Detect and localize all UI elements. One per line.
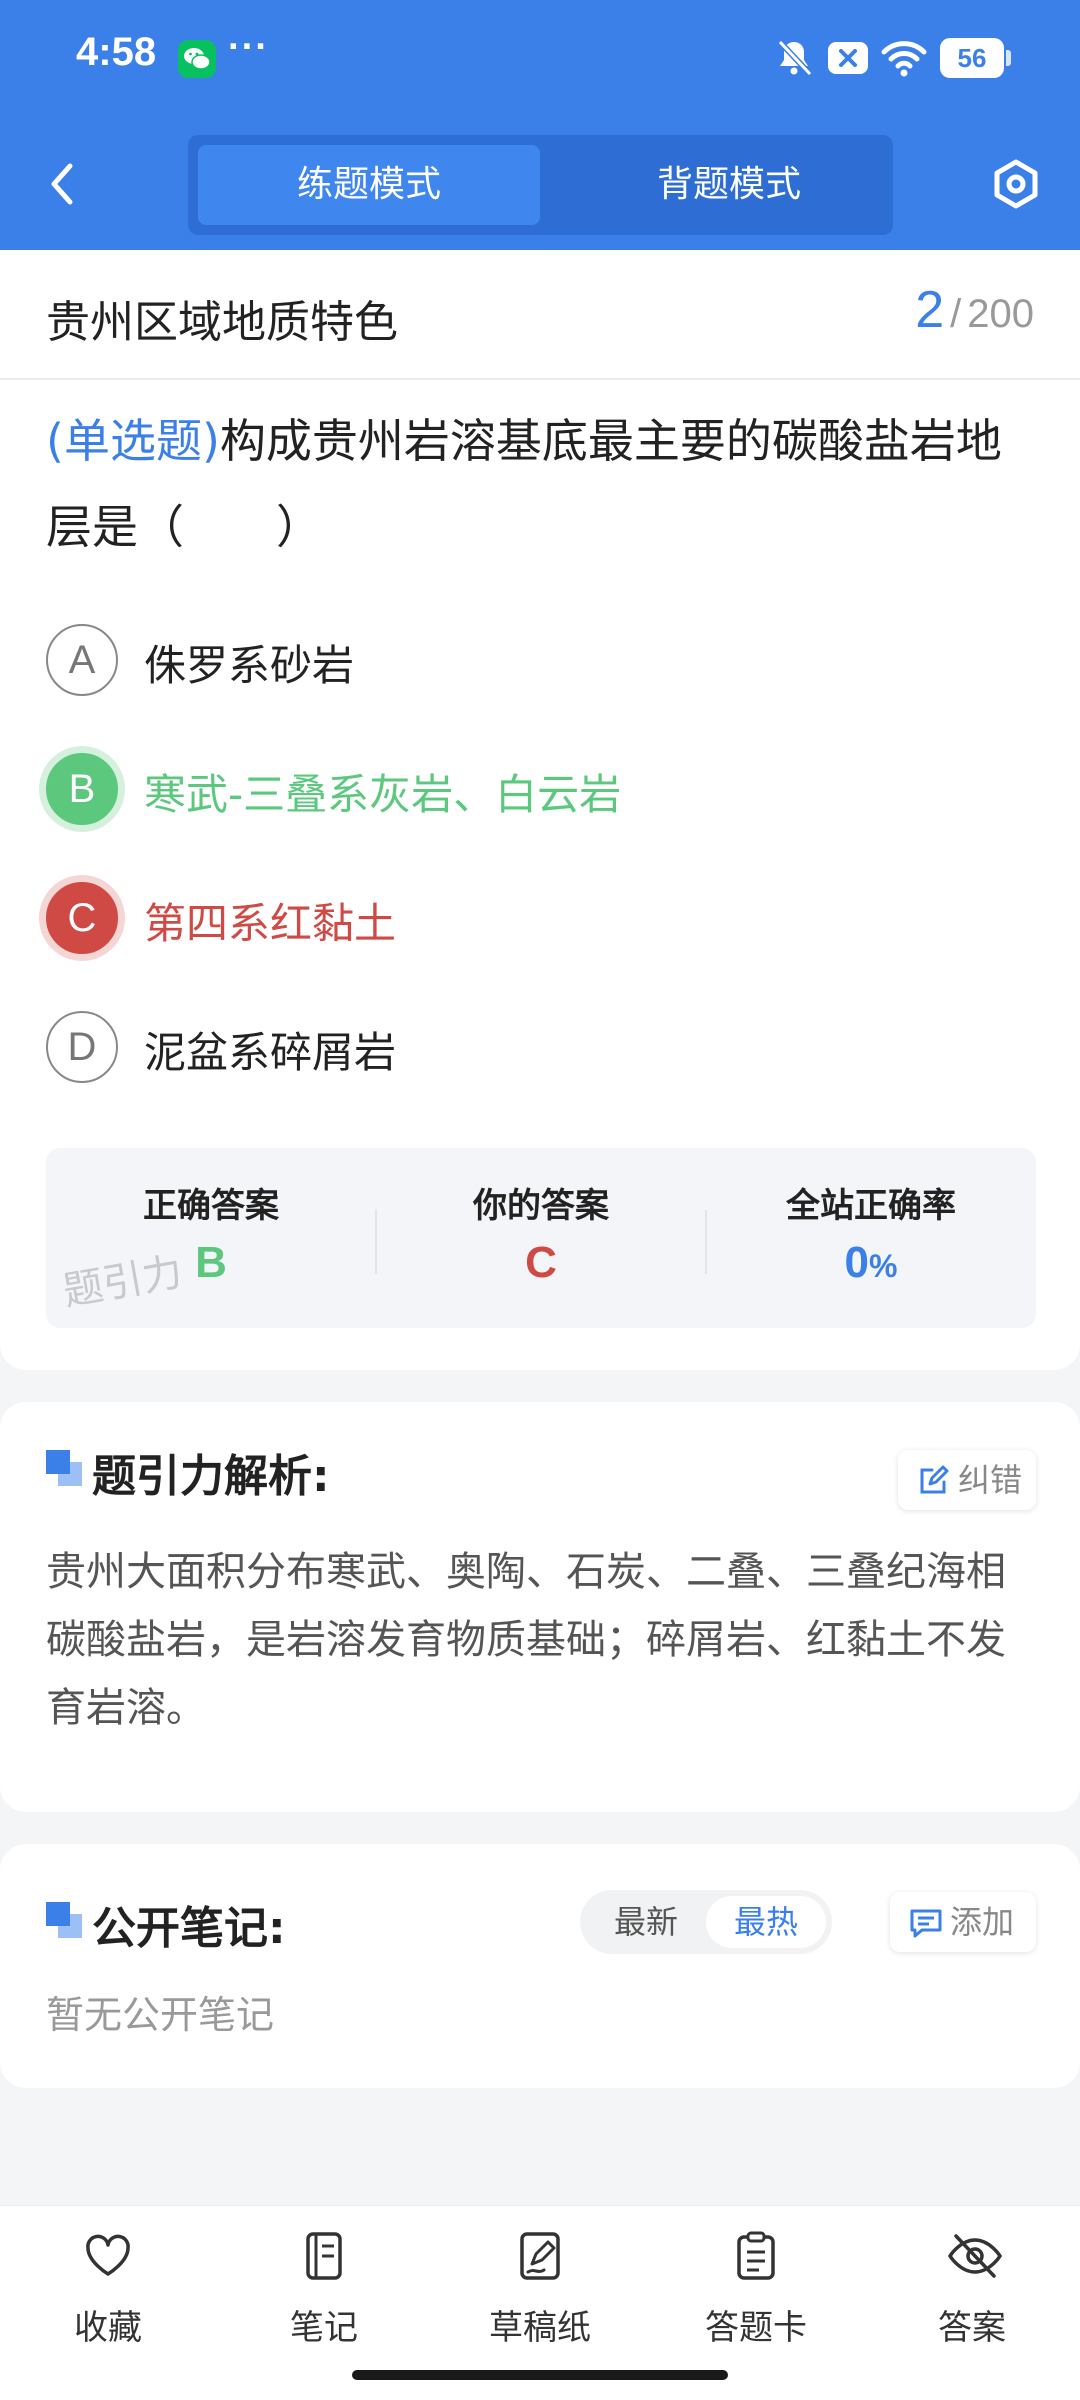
question-type-label: (单选题) [46,414,220,468]
answer-summary: 正确答案 B 你的答案 C 全站正确率 0% 题引力 [46,1148,1036,1328]
site-accuracy-number: 0 [844,1238,870,1287]
nav-label: 草稿纸 [489,2308,591,2348]
chapter-title: 贵州区域地质特色 [46,297,398,348]
option-a[interactable]: A 侏罗系砂岩 [42,620,1042,700]
tab-recite-mode[interactable]: 背题模式 [558,145,900,225]
status-bar: 4:58 ··· 56 [0,0,1080,115]
edit-icon [920,1465,949,1494]
option-text: 侏罗系砂岩 [144,641,355,690]
option-text: 第四系红黏土 [144,899,397,948]
nav-answer-card[interactable]: 答题卡 [676,2230,836,2360]
sort-latest-button[interactable]: 最新 [586,1896,706,1948]
x-box-icon [828,42,868,74]
notes-empty-text: 暂无公开笔记 [46,1993,275,2037]
status-time: 4:58 [76,30,157,74]
your-answer-value: C [525,1238,557,1287]
nav-label: 笔记 [290,2308,358,2348]
progress-separator: / [950,292,962,336]
option-letter: D [46,1011,118,1083]
report-error-label: 纠错 [958,1461,1023,1499]
analysis-card: 题引力解析: 纠错 贵州大面积分布寒武、奥陶、石炭、二叠、三叠纪海相碳酸盐岩，是… [0,1402,1080,1812]
more-notifications-icon: ··· [228,26,269,68]
public-notes-title: 公开笔记: [92,1903,286,1954]
correct-answer-label: 正确答案 [143,1186,279,1226]
mute-bell-icon [777,39,813,77]
add-note-label: 添加 [950,1903,1015,1941]
tab-practice-mode[interactable]: 练题模式 [198,145,540,225]
option-text: 泥盆系碎屑岩 [144,1028,397,1077]
nav-notes[interactable]: 笔记 [244,2230,404,2360]
heart-icon [86,2234,130,2276]
wifi-icon [881,41,927,77]
question-card: 贵州区域地质特色 2/200 (单选题)构成贵州岩溶基底最主要的碳酸盐岩地层是（… [0,250,1080,1370]
analysis-text: 贵州大面积分布寒武、奥陶、石炭、二叠、三叠纪海相碳酸盐岩，是岩溶发育物质基础；碎… [46,1549,1006,1731]
question-progress: 2/200 [915,280,1034,340]
your-answer-column: 你的答案 C [376,1148,706,1328]
battery-indicator: 56 [940,38,1011,78]
option-c[interactable]: C 第四系红黏土 [42,878,1042,958]
option-letter: C [46,882,118,954]
comment-icon [910,1909,942,1938]
your-answer-label: 你的答案 [473,1186,609,1226]
clipboard-icon [737,2231,775,2280]
public-notes-card: 公开笔记: 最新 最热 添加 暂无公开笔记 [0,1844,1080,2088]
nav-answer-toggle[interactable]: 答案 [892,2230,1052,2360]
report-error-button[interactable]: 纠错 [898,1450,1036,1510]
option-letter: A [46,624,118,696]
chapter-row: 贵州区域地质特色 2/200 [0,250,1080,380]
back-button[interactable] [40,156,86,212]
question-text-block: (单选题)构成贵州岩溶基底最主要的碳酸盐岩地层是（ ） [46,398,1036,570]
analysis-title: 题引力解析: [92,1451,330,1502]
site-accuracy-value: 0% [706,1238,1036,1288]
option-letter: B [46,753,118,825]
site-accuracy-column: 全站正确率 0% [706,1148,1036,1328]
nav-favorite[interactable]: 收藏 [28,2230,188,2360]
add-note-button[interactable]: 添加 [890,1892,1036,1952]
site-accuracy-label: 全站正确率 [786,1186,956,1226]
nav-draft-paper[interactable]: 草稿纸 [460,2230,620,2360]
mode-switch: 练题模式 背题模式 [188,135,893,235]
nav-label: 收藏 [74,2308,142,2348]
option-text: 寒武-三叠系灰岩、白云岩 [144,770,622,819]
notes-sort-toggle: 最新 最热 [580,1890,832,1954]
sort-hot-button[interactable]: 最热 [706,1896,826,1948]
eye-off-icon [947,2234,1003,2278]
nav-label: 答题卡 [705,2308,807,2348]
total-question-count: 200 [967,292,1034,336]
notebook-icon [306,2232,342,2280]
section-square-icon [46,1450,82,1486]
section-square-icon [46,1902,82,1938]
current-question-number: 2 [915,281,945,339]
nav-label: 答案 [938,2308,1006,2348]
header: 4:58 ··· 56 练题模式 背题模式 [0,0,1080,250]
settings-button[interactable] [990,158,1042,210]
home-indicator[interactable] [352,2370,728,2380]
wechat-icon [178,40,216,78]
site-accuracy-unit: % [869,1248,898,1284]
draft-pen-icon [520,2232,560,2280]
option-b[interactable]: B 寒武-三叠系灰岩、白云岩 [42,749,1042,829]
option-d[interactable]: D 泥盆系碎屑岩 [42,1007,1042,1087]
